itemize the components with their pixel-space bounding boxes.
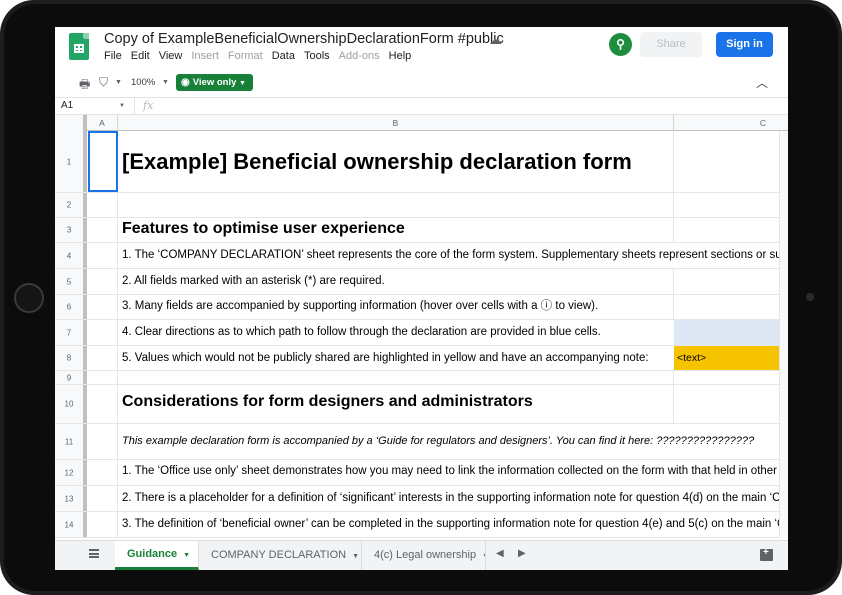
cell-title[interactable]: [Example] Beneficial ownership declarati…	[122, 131, 782, 192]
table-row: 8 5. Values which would not be publicly …	[55, 346, 788, 371]
cell-text[interactable]: 3. Many fields are accompanied by suppor…	[122, 295, 782, 319]
tablet-frame: Copy of ExampleBeneficialOwnershipDeclar…	[0, 0, 842, 595]
avatar[interactable]: ⚲	[609, 33, 632, 56]
row-header[interactable]: 1	[55, 131, 87, 192]
scroll-tabs-right-icon[interactable]: ▶	[518, 548, 526, 559]
row-header[interactable]: 14	[55, 512, 87, 537]
fx-icon: fx	[134, 98, 153, 114]
tab-company-declaration[interactable]: COMPANY DECLARATION ▼	[199, 541, 362, 570]
eye-icon: ◉	[181, 77, 190, 88]
google-sheets-logo-icon[interactable]	[69, 33, 89, 60]
row-header[interactable]: 8	[55, 346, 87, 370]
print-icon[interactable]: 🖶	[79, 75, 90, 96]
spreadsheet-screen: Copy of ExampleBeneficialOwnershipDeclar…	[55, 27, 788, 570]
table-row: 1 [Example] Beneficial ownership declara…	[55, 131, 788, 193]
name-box[interactable]: A1	[61, 100, 73, 111]
table-row: 12 1. The ‘Office use only’ sheet demons…	[55, 460, 788, 486]
row-header[interactable]: 5	[55, 269, 87, 294]
row-header[interactable]: 10	[55, 385, 87, 423]
zoom-select[interactable]: 100%	[131, 77, 155, 88]
filter-icon[interactable]: ⛉	[99, 75, 108, 90]
menu-view[interactable]: View	[159, 50, 183, 66]
tab-legal-ownership[interactable]: 4(c) Legal ownership▼	[362, 541, 486, 570]
blue-direction-cell[interactable]	[674, 320, 780, 345]
document-title[interactable]: Copy of ExampleBeneficialOwnershipDeclar…	[104, 31, 504, 47]
view-only-caret-icon: ▼	[239, 80, 246, 87]
cell-text[interactable]: 2. There is a placeholder for a definiti…	[122, 486, 782, 511]
tab-caret-icon: ▼	[352, 553, 360, 560]
scroll-tabs-left-icon[interactable]: ◀	[496, 548, 504, 559]
cell-section-heading[interactable]: Considerations for form designers and ad…	[122, 385, 782, 423]
table-row: 6 3. Many fields are accompanied by supp…	[55, 295, 788, 320]
title-bar: Copy of ExampleBeneficialOwnershipDeclar…	[55, 27, 788, 67]
explore-icon[interactable]	[760, 547, 773, 561]
column-header-a[interactable]: A	[87, 115, 118, 131]
menu-edit[interactable]: Edit	[131, 50, 150, 66]
row-header[interactable]: 12	[55, 460, 87, 485]
name-box-dropdown-icon[interactable]: ▼	[119, 103, 125, 109]
cell-text[interactable]: 1. The ‘Office use only’ sheet demonstra…	[122, 460, 782, 485]
sheet-tab-bar: Guidance ▼ COMPANY DECLARATION ▼ 4(c) Lega…	[55, 540, 788, 570]
toolbar: 🖶 ⛉ ▼ 100% ▼ ◉ View only ▼ ︿	[55, 69, 788, 97]
table-row: 4 1. The ‘COMPANY DECLARATION’ sheet rep…	[55, 243, 788, 269]
table-row: 3 Features to optimise user experience	[55, 218, 788, 243]
filter-dropdown-icon[interactable]: ▼	[115, 79, 122, 86]
cell-section-heading[interactable]: Features to optimise user experience	[122, 218, 782, 242]
row-header[interactable]: 13	[55, 486, 87, 511]
cell-text[interactable]: 2. All fields marked with an asterisk (*…	[122, 269, 782, 294]
menu-help[interactable]: Help	[389, 50, 412, 66]
view-only-label: View only	[192, 77, 237, 88]
menu-bar: File Edit View Insert Format Data Tools …	[104, 50, 420, 66]
hamburger-menu-icon[interactable]	[89, 549, 99, 558]
row-header[interactable]: 7	[55, 320, 87, 345]
tab-caret-icon: ▼	[183, 552, 191, 559]
menu-tools[interactable]: Tools	[304, 50, 330, 66]
menu-data[interactable]: Data	[272, 50, 295, 66]
row-header[interactable]: 3	[55, 218, 87, 242]
menu-format: Format	[227, 50, 263, 62]
share-button[interactable]: Share	[640, 32, 702, 57]
table-row: 9	[55, 371, 788, 385]
column-header-b[interactable]: B	[118, 115, 674, 131]
cell-text[interactable]: This example declaration form is accompa…	[122, 424, 782, 459]
vertical-scrollbar[interactable]	[779, 131, 788, 538]
table-row: 2	[55, 193, 788, 218]
table-row: 13 2. There is a placeholder for a defin…	[55, 486, 788, 512]
column-headers: A B C	[55, 115, 788, 131]
table-row: 5 2. All fields marked with an asterisk …	[55, 269, 788, 295]
menu-add-ons: Add-ons	[338, 50, 380, 62]
row-header[interactable]: 11	[55, 424, 87, 459]
yellow-private-cell[interactable]: <text>	[674, 346, 780, 370]
row-header[interactable]: 4	[55, 243, 87, 268]
tablet-home-button	[14, 283, 44, 313]
cell-text[interactable]: 5. Values which would not be publicly sh…	[122, 346, 674, 370]
chevron-up-icon[interactable]: ︿	[756, 74, 768, 91]
row-header[interactable]: 6	[55, 295, 87, 319]
table-row: 14 3. The definition of ‘beneficial owne…	[55, 512, 788, 538]
cell-text[interactable]: 3. The definition of ‘beneficial owner’ …	[122, 512, 782, 537]
row-header[interactable]: 9	[55, 371, 87, 384]
tab-caret-icon: ▼	[482, 553, 485, 560]
menu-insert: Insert	[191, 50, 219, 62]
menu-file[interactable]: File	[104, 50, 122, 66]
tab-guidance[interactable]: Guidance ▼	[115, 541, 199, 570]
sign-in-button[interactable]: Sign in	[716, 32, 773, 57]
table-row: 10 Considerations for form designers and…	[55, 385, 788, 424]
tablet-camera	[806, 293, 814, 301]
table-row: 11 This example declaration form is acco…	[55, 424, 788, 460]
formula-bar: A1 ▼ fx	[55, 97, 788, 115]
select-all-corner[interactable]	[55, 115, 87, 131]
column-header-c[interactable]: C	[674, 115, 780, 131]
row-header[interactable]: 2	[55, 193, 87, 217]
cloud-saved-icon[interactable]: ☁	[489, 32, 502, 48]
view-only-button[interactable]: ◉ View only ▼	[176, 74, 253, 91]
table-row: 7 4. Clear directions as to which path t…	[55, 320, 788, 346]
zoom-dropdown-icon[interactable]: ▼	[162, 79, 169, 86]
cell-text[interactable]: 1. The ‘COMPANY DECLARATION’ sheet repre…	[122, 243, 782, 268]
selected-cell-a1[interactable]	[88, 131, 118, 192]
cell-text[interactable]: 4. Clear directions as to which path to …	[122, 320, 674, 345]
